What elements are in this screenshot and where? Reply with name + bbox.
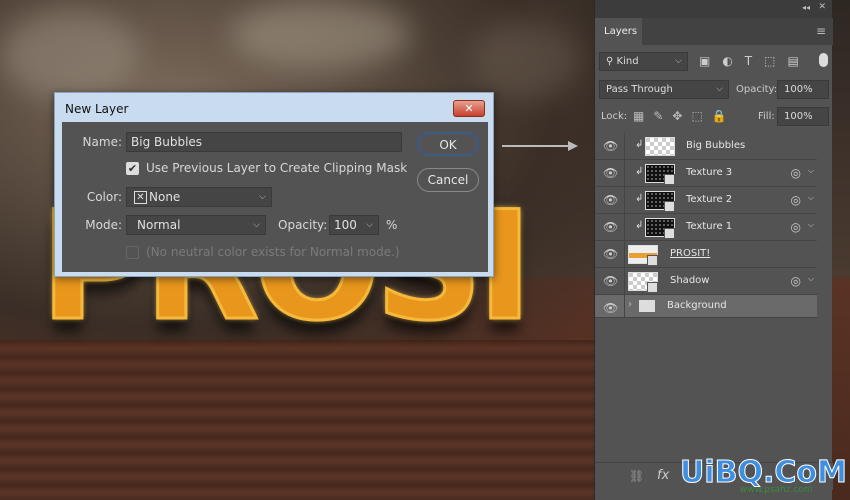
fill-label: Fill: <box>758 111 775 122</box>
watermark-url: www.psahz.com <box>740 485 813 495</box>
opacity-input[interactable]: 100 ⌵ <box>329 215 379 235</box>
layer-thumbnail <box>645 137 675 156</box>
layer-row[interactable]: 👁 PROSIT! <box>595 241 817 268</box>
visibility-eye-icon[interactable]: 👁 <box>603 193 618 207</box>
visibility-eye-icon[interactable]: 👁 <box>603 166 618 180</box>
chevron-down-icon[interactable]: ⌵ <box>366 216 373 234</box>
opacity-input[interactable]: 100% <box>777 80 829 99</box>
chevron-down-icon: ⌵ <box>716 84 723 94</box>
percent-label: % <box>386 218 398 232</box>
layer-name[interactable]: Shadow <box>670 275 709 286</box>
layer-row[interactable]: 👁 › Background <box>595 295 817 318</box>
new-layer-dialog: New Layer ✕ Name: Big Bubbles ✔ Use Prev… <box>54 92 494 277</box>
layers-panel: ◂◂ ✕ Layers ≡ ⚲ Kind ⌵ ▣◐T⬚▤ Pass Through ⌵… <box>594 0 833 500</box>
filter-toggle[interactable] <box>819 53 828 67</box>
color-label: Color: <box>86 190 122 204</box>
layer-name[interactable]: Big Bubbles <box>686 140 745 151</box>
chevron-down-icon[interactable]: ⌵ <box>808 166 814 176</box>
lock-label: Lock: <box>601 111 628 122</box>
filter-kind-select[interactable]: ⚲ Kind ⌵ <box>599 52 688 71</box>
smart-object-icon <box>664 228 675 239</box>
clipping-mask-label: Use Previous Layer to Create Clipping Ma… <box>146 161 408 175</box>
cancel-button[interactable]: Cancel <box>417 168 479 192</box>
folder-icon <box>639 300 655 312</box>
visibility-eye-icon[interactable]: 👁 <box>603 301 618 315</box>
layer-name[interactable]: PROSIT! <box>670 248 710 259</box>
bokeh <box>0 10 140 100</box>
layer-row[interactable]: 👁 ↲ Texture 1 ◎ ⌵ <box>595 214 817 241</box>
chevron-down-icon[interactable]: ⌵ <box>808 193 814 203</box>
chevron-down-icon: ⌵ <box>259 192 266 202</box>
layer-name[interactable]: Texture 2 <box>686 194 732 205</box>
chevron-down-icon: ⌵ <box>675 56 682 66</box>
lock-icons[interactable]: ▦✎✥⬚🔒 <box>633 109 736 123</box>
clipping-arrow-icon: ↲ <box>635 220 644 231</box>
layer-effects-icon[interactable]: ◎ <box>791 193 801 207</box>
name-label: Name: <box>82 135 122 149</box>
visibility-eye-icon[interactable]: 👁 <box>603 220 618 234</box>
dialog-title: New Layer <box>65 102 129 116</box>
no-color-icon: ✕ <box>134 191 147 204</box>
close-button[interactable]: ✕ <box>453 100 485 117</box>
search-icon: ⚲ <box>606 56 617 67</box>
clipping-arrow-icon: ↲ <box>635 193 644 204</box>
layer-effects-icon[interactable]: ◎ <box>791 274 801 288</box>
neutral-color-label: (No neutral color exists for Normal mode… <box>146 245 400 259</box>
layer-effects-icon[interactable]: ◎ <box>791 220 801 234</box>
chevron-down-icon[interactable]: ⌵ <box>808 220 814 230</box>
ok-button[interactable]: OK <box>417 132 479 156</box>
clipping-arrow-icon: ↲ <box>635 139 644 150</box>
clipping-arrow-icon: ↲ <box>635 166 644 177</box>
filter-icons[interactable]: ▣◐T⬚▤ <box>699 54 811 68</box>
arrow-icon <box>502 141 578 151</box>
name-input[interactable]: Big Bubbles <box>126 132 402 152</box>
layer-name[interactable]: Background <box>667 300 727 311</box>
filter-value: Kind <box>616 56 639 67</box>
layer-name[interactable]: Texture 1 <box>686 221 732 232</box>
layer-name[interactable]: Texture 3 <box>686 167 732 178</box>
smart-object-icon <box>664 201 675 212</box>
blend-mode-select[interactable]: Pass Through ⌵ <box>599 80 729 99</box>
fx-icon[interactable]: fx <box>657 468 669 483</box>
smart-object-icon <box>647 282 658 293</box>
layer-row[interactable]: 👁 ↲ Texture 3 ◎ ⌵ <box>595 160 817 187</box>
chevron-down-icon[interactable]: ⌵ <box>808 274 814 284</box>
neutral-color-checkbox <box>126 246 139 259</box>
collapse-icon[interactable]: ◂◂ <box>802 3 810 12</box>
layer-row[interactable]: 👁 ↲ Big Bubbles <box>595 133 817 160</box>
panel-menu-icon[interactable]: ≡ <box>816 24 826 38</box>
opacity-value: 100 <box>334 218 357 232</box>
fill-input[interactable]: 100% <box>777 107 829 126</box>
visibility-eye-icon[interactable]: 👁 <box>603 139 618 153</box>
bokeh <box>470 20 580 100</box>
clipping-mask-checkbox[interactable]: ✔ <box>126 162 139 175</box>
link-icon[interactable]: ⛓ <box>629 469 644 483</box>
mode-label: Mode: <box>85 218 122 232</box>
opacity-value: 100% <box>784 84 813 95</box>
fill-value: 100% <box>784 111 813 122</box>
visibility-eye-icon[interactable]: 👁 <box>603 247 618 261</box>
layer-effects-icon[interactable]: ◎ <box>791 166 801 180</box>
smart-object-icon <box>647 255 658 266</box>
layer-row[interactable]: 👁 Shadow ◎ ⌵ <box>595 268 817 295</box>
smart-object-icon <box>664 174 675 185</box>
opacity-label: Opacity: <box>736 84 778 95</box>
chevron-down-icon: ⌵ <box>253 220 260 230</box>
opacity-label: Opacity: <box>278 218 328 232</box>
tab-layers[interactable]: Layers <box>595 18 642 45</box>
layer-row[interactable]: 👁 ↲ Texture 2 ◎ ⌵ <box>595 187 817 214</box>
visibility-eye-icon[interactable]: 👁 <box>603 274 618 288</box>
expand-chevron-icon[interactable]: › <box>628 299 632 310</box>
panel-close-icon[interactable]: ✕ <box>818 2 826 12</box>
blend-value: Pass Through <box>606 84 673 95</box>
bokeh <box>230 0 410 70</box>
color-select[interactable]: ✕ None ⌵ <box>126 187 272 207</box>
wood-table <box>0 340 594 500</box>
mode-value: Normal <box>137 218 181 232</box>
color-value: None <box>149 190 181 204</box>
mode-select[interactable]: Normal ⌵ <box>126 215 266 235</box>
